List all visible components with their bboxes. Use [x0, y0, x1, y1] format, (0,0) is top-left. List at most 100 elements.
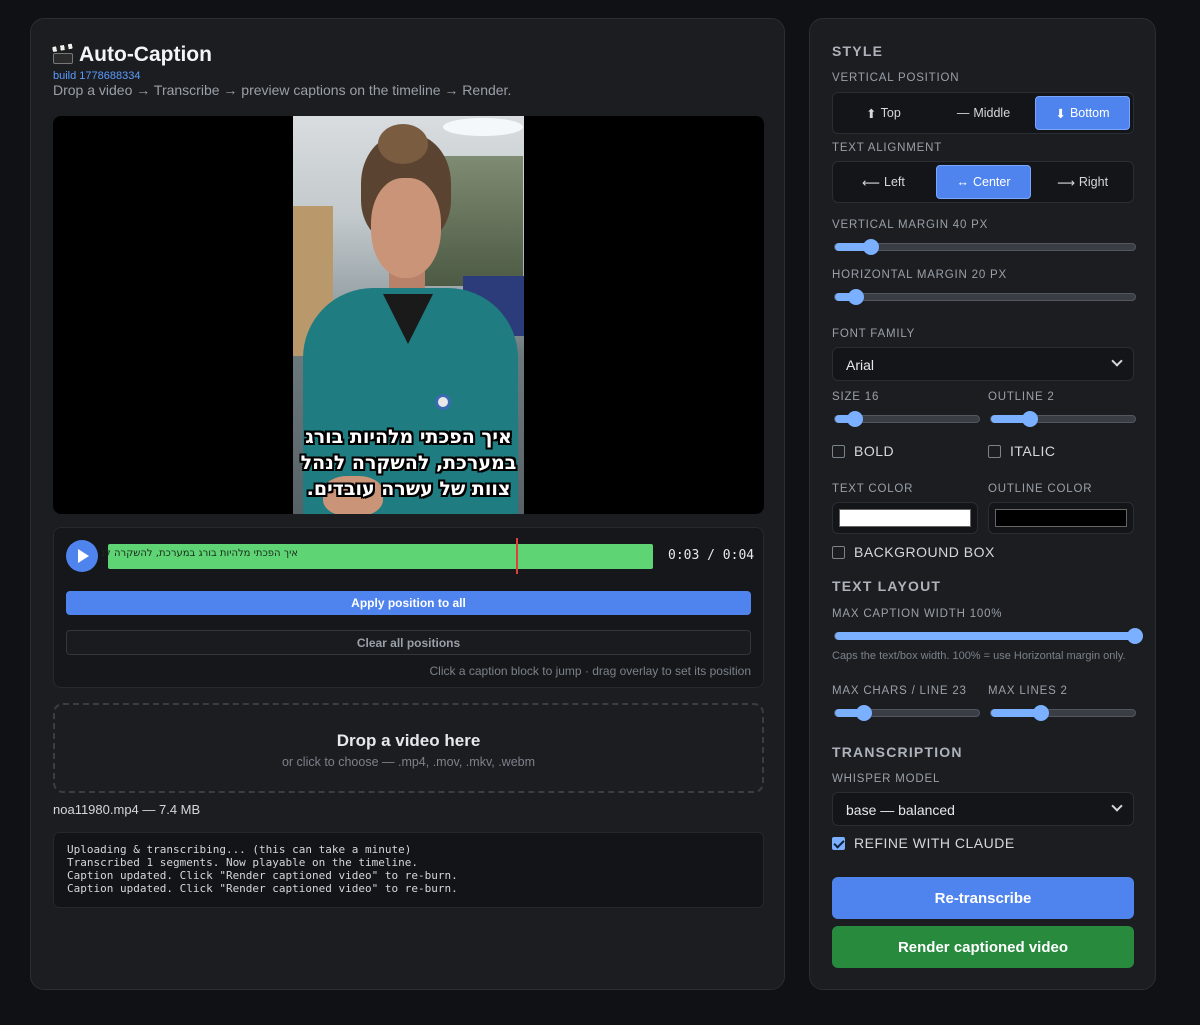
slider-thumb[interactable] [1021, 411, 1038, 427]
caption-line: במערכת, להשקרה לנהל [300, 452, 517, 474]
max-caption-width-label: MAX CAPTION WIDTH 100% [832, 608, 1003, 620]
caption-line: איך הפכתי מלהיות בורג [305, 426, 512, 448]
max-chars-slider[interactable] [834, 705, 980, 721]
file-info: noa11980.mp4 — 7.4 MB [53, 802, 201, 817]
build-number: build 1778688334 [53, 70, 141, 82]
text-color-label: TEXT COLOR [832, 483, 914, 495]
whisper-model-label: WHISPER MODEL [832, 773, 941, 785]
chevron-down-icon [1111, 355, 1123, 367]
video-dropzone[interactable]: Drop a video here or click to choose — .… [53, 703, 764, 793]
chevron-down-icon [1111, 800, 1123, 812]
caption-overlay[interactable]: איך הפכתי מלהיות בורג במערכת, להשקרה לנה… [293, 424, 524, 502]
play-button[interactable] [66, 540, 98, 572]
checkbox-box[interactable] [832, 545, 845, 559]
max-lines-slider[interactable] [990, 705, 1136, 721]
dash-icon: — [956, 106, 970, 120]
italic-label: ITALIC [1010, 443, 1056, 459]
log-line: Caption updated. Click "Render captioned… [67, 869, 458, 882]
slider-thumb[interactable] [863, 239, 879, 255]
max-chars-label: MAX CHARS / LINE 23 [832, 685, 967, 697]
checkbox-box[interactable] [832, 836, 845, 850]
max-lines-label: MAX LINES 2 [988, 685, 1068, 697]
italic-checkbox[interactable]: ITALIC [988, 443, 1056, 459]
retranscribe-button[interactable]: Re-transcribe [832, 877, 1134, 919]
font-family-label: FONT FAMILY [832, 328, 916, 340]
align-right-button[interactable]: ⟶ Right [1035, 165, 1130, 199]
render-button[interactable]: Render captioned video [832, 926, 1134, 968]
app-title-text: Auto-Caption [79, 43, 212, 66]
video-preview[interactable]: איך הפכתי מלהיות בורג במערכת, להשקרה לנה… [53, 116, 764, 514]
timecode: 0:03 / 0:04 [668, 548, 755, 563]
max-caption-width-help: Caps the text/box width. 100% = use Hori… [832, 650, 1126, 662]
log-line: Uploading & transcribing... (this can ta… [67, 843, 412, 856]
font-family-value: Arial [846, 357, 875, 373]
arrow-down-icon: ⬇ [1055, 106, 1066, 121]
size-label: SIZE 16 [832, 391, 880, 403]
checkbox-box[interactable] [988, 444, 1001, 458]
apply-position-button[interactable]: Apply position to all [66, 591, 751, 615]
slider-thumb[interactable] [1033, 705, 1050, 721]
status-log: Uploading & transcribing... (this can ta… [53, 832, 764, 908]
text-color-swatch [839, 509, 971, 527]
align-center-button[interactable]: ↔ Center [936, 165, 1031, 199]
arrow-up-icon: ⬆ [866, 106, 877, 121]
log-line: Transcribed 1 segments. Now playable on … [67, 856, 418, 869]
text-color-picker[interactable] [832, 502, 978, 534]
settings-panel: STYLE VERTICAL POSITION ⬆ Top — Middle ⬇ Bo… [809, 18, 1156, 990]
size-slider[interactable] [834, 411, 980, 427]
playhead[interactable] [515, 538, 518, 574]
log-line: Caption updated. Click "Render captioned… [67, 882, 458, 895]
bold-checkbox[interactable]: BOLD [832, 443, 894, 459]
refine-checkbox[interactable]: REFINE WITH CLAUDE [832, 835, 1015, 851]
vertical-position-group: ⬆ Top — Middle ⬇ Bottom [832, 92, 1134, 134]
text-alignment-label: TEXT ALIGNMENT [832, 142, 943, 154]
refine-label: REFINE WITH CLAUDE [854, 835, 1015, 851]
app-subtitle: Drop a video → Transcribe → preview capt… [53, 82, 512, 98]
caption-segment-label[interactable]: איך הפכתי מלהיות בורג במערכת, להשקרה לנ [101, 548, 298, 559]
app-title: Auto-Caption [52, 43, 212, 67]
slider-thumb[interactable] [855, 705, 872, 721]
arrows-horizontal-icon: ↔ [956, 175, 969, 189]
slider-thumb[interactable] [848, 289, 864, 305]
text-alignment-group: ⟵ Left ↔ Center ⟶ Right [832, 161, 1134, 203]
position-bottom-button[interactable]: ⬇ Bottom [1035, 96, 1130, 130]
timeline-hint: Click a caption block to jump · drag ove… [429, 664, 751, 678]
editor-panel: Auto-Caption build 1778688334 Drop a vid… [30, 18, 785, 990]
transcription-heading: TRANSCRIPTION [832, 744, 963, 760]
text-layout-heading: TEXT LAYOUT [832, 578, 942, 594]
max-caption-width-slider[interactable] [834, 628, 1143, 644]
whisper-model-select[interactable]: base — balanced [832, 792, 1134, 826]
horizontal-margin-slider[interactable] [834, 289, 1136, 305]
video-frame: איך הפכתי מלהיות בורג במערכת, להשקרה לנה… [293, 116, 524, 514]
timeline-card: איך הפכתי מלהיות בורג במערכת, להשקרה לנ … [53, 527, 764, 688]
outline-slider[interactable] [990, 411, 1136, 427]
caption-line: צוות של עשרה עובדים. [306, 478, 511, 500]
font-family-select[interactable]: Arial [832, 347, 1134, 381]
slider-thumb[interactable] [1127, 628, 1143, 644]
caption-timeline-track[interactable]: איך הפכתי מלהיות בורג במערכת, להשקרה לנ [101, 544, 653, 569]
outline-label: OUTLINE 2 [988, 391, 1055, 403]
outline-color-label: OUTLINE COLOR [988, 483, 1093, 495]
vertical-margin-label: VERTICAL MARGIN 40 PX [832, 219, 989, 231]
slider-thumb[interactable] [847, 411, 864, 427]
dropzone-subtitle: or click to choose — .mp4, .mov, .mkv, .… [281, 755, 536, 769]
background-box-checkbox[interactable]: BACKGROUND BOX [832, 544, 995, 560]
clapperboard-icon [52, 43, 73, 64]
vertical-position-label: VERTICAL POSITION [832, 72, 960, 84]
vertical-margin-slider[interactable] [834, 239, 1136, 255]
align-left-button[interactable]: ⟵ Left [836, 165, 931, 199]
position-middle-button[interactable]: — Middle [936, 96, 1031, 130]
background-box-label: BACKGROUND BOX [854, 544, 995, 560]
bold-label: BOLD [854, 443, 895, 459]
horizontal-margin-label: HORIZONTAL MARGIN 20 PX [832, 269, 1007, 281]
dropzone-title: Drop a video here [336, 731, 481, 750]
whisper-model-value: base — balanced [846, 802, 955, 818]
outline-color-swatch [995, 509, 1127, 527]
outline-color-picker[interactable] [988, 502, 1134, 534]
style-heading: STYLE [832, 43, 884, 59]
clear-positions-button[interactable]: Clear all positions [66, 630, 751, 655]
arrow-left-icon: ⟵ [862, 175, 881, 190]
checkbox-box[interactable] [832, 444, 845, 458]
arrow-right-icon: ⟶ [1056, 175, 1075, 190]
position-top-button[interactable]: ⬆ Top [836, 96, 931, 130]
